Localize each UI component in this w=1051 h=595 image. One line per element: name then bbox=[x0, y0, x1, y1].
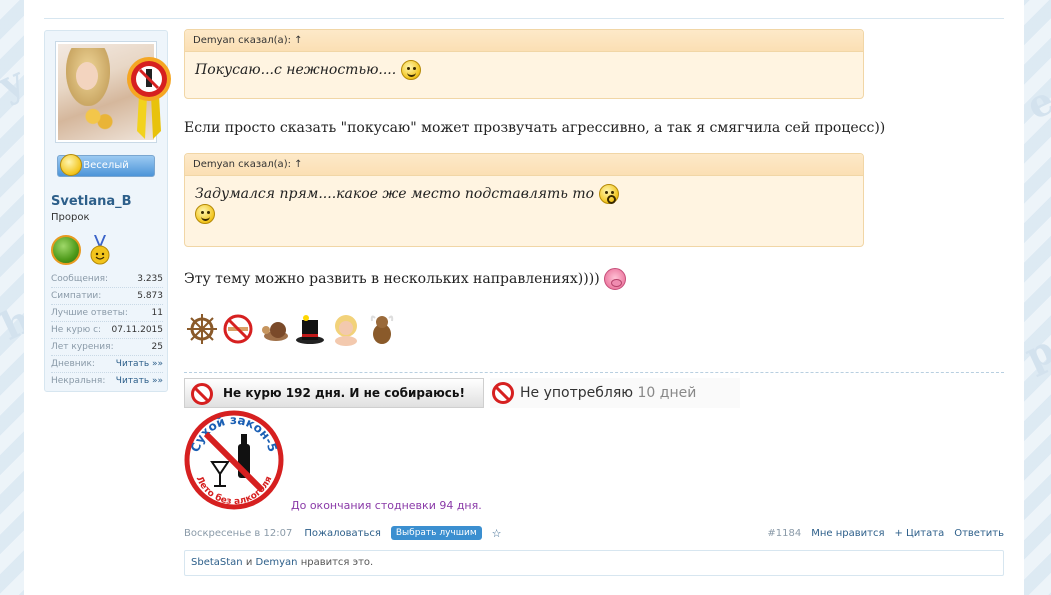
nekralnya-link[interactable]: Читать »» bbox=[116, 373, 163, 390]
snail-icon bbox=[262, 322, 288, 341]
pig-icon bbox=[604, 268, 627, 290]
post-text: Если просто сказать "покусаю" может проз… bbox=[184, 120, 886, 136]
post-number[interactable]: #1184 bbox=[767, 528, 801, 539]
no-alcohol-banner: Не употребляю 10 дней bbox=[490, 378, 740, 408]
likes-summary: SbetaStan и Demyan нравится это. bbox=[184, 550, 1004, 576]
quote-text: Задумался прям....какое же место подстав… bbox=[185, 176, 863, 232]
signature-separator bbox=[184, 372, 1004, 373]
post-date[interactable]: Воскресенье в 12:07 bbox=[184, 528, 292, 539]
mood-button[interactable]: Веселый bbox=[57, 154, 155, 177]
no-smoking-banner: Не курю 192 дня. И не собираюсь! bbox=[184, 378, 484, 408]
stat-row: Дневник: Читать »» bbox=[51, 356, 163, 373]
stat-row: Сообщения: 3.235 bbox=[51, 271, 163, 288]
user-title: Пророк bbox=[51, 212, 90, 223]
bull-icon bbox=[370, 315, 394, 344]
star-icon[interactable]: ☆ bbox=[492, 527, 502, 540]
stat-row: Симпатии: 5.873 bbox=[51, 288, 163, 305]
prohibition-icon bbox=[191, 383, 213, 405]
best-answer-button[interactable]: Выбрать лучшим bbox=[390, 526, 482, 540]
like-link[interactable]: Мне нравится bbox=[811, 528, 884, 539]
post-footer: Воскресенье в 12:07 Пожаловаться Выбрать… bbox=[184, 524, 1004, 542]
blonde-face-icon bbox=[335, 315, 357, 346]
quote-block: Demyan сказал(а): ↑ Покусаю...с нежность… bbox=[184, 29, 864, 99]
report-link[interactable]: Пожаловаться bbox=[304, 528, 381, 539]
countdown-text: До окончания стодневки 94 дня. bbox=[291, 499, 482, 512]
username-link[interactable]: Svetlana_B bbox=[51, 194, 132, 209]
user-stats: Сообщения: 3.235 Симпатии: 5.873 Лучшие … bbox=[51, 271, 163, 390]
quote-text: Покусаю...с нежностью.... bbox=[185, 52, 863, 88]
quote-block: Demyan сказал(а): ↑ Задумался прям....ка… bbox=[184, 153, 864, 247]
quote-link[interactable]: + Цитата bbox=[894, 528, 944, 539]
magic-hat-icon bbox=[296, 315, 324, 344]
medal-icon[interactable] bbox=[89, 235, 111, 265]
dry-law-seal: Сухой закон-5 Лето без алкоголя bbox=[184, 410, 284, 510]
stat-row: Не курю с: 07.11.2015 bbox=[51, 322, 163, 339]
stat-row: Некральня: Читать »» bbox=[51, 373, 163, 390]
mood-label: Веселый bbox=[83, 160, 129, 171]
smile-icon bbox=[400, 60, 421, 80]
reply-link[interactable]: Ответить bbox=[954, 528, 1004, 539]
smile-icon bbox=[60, 154, 82, 176]
quote-header[interactable]: Demyan сказал(а): ↑ bbox=[185, 30, 863, 52]
no-alcohol-award-icon bbox=[127, 57, 171, 139]
ship-wheel-icon bbox=[187, 314, 217, 344]
quote-header[interactable]: Demyan сказал(а): ↑ bbox=[185, 154, 863, 176]
stat-row: Лучшие ответы: 11 bbox=[51, 305, 163, 322]
post-container: Веселый Svetlana_B Пророк Сообщения: 3.2… bbox=[24, 0, 1024, 595]
post-text: Эту тему можно развить в нескольких напр… bbox=[184, 268, 627, 290]
shocked-icon bbox=[598, 184, 619, 204]
liker-link[interactable]: SbetaStan bbox=[191, 557, 243, 568]
user-info-panel: Веселый Svetlana_B Пророк Сообщения: 3.2… bbox=[44, 30, 171, 392]
grin-icon bbox=[195, 204, 215, 224]
no-smoking-icon bbox=[223, 314, 253, 344]
diary-link[interactable]: Читать »» bbox=[116, 356, 163, 372]
divider bbox=[44, 18, 1004, 19]
stat-row: Лет курения: 25 bbox=[51, 339, 163, 356]
level-trophy-icon[interactable] bbox=[51, 235, 81, 265]
prohibition-icon bbox=[492, 382, 514, 404]
liker-link[interactable]: Demyan bbox=[256, 557, 298, 568]
emoji-row bbox=[186, 312, 398, 348]
